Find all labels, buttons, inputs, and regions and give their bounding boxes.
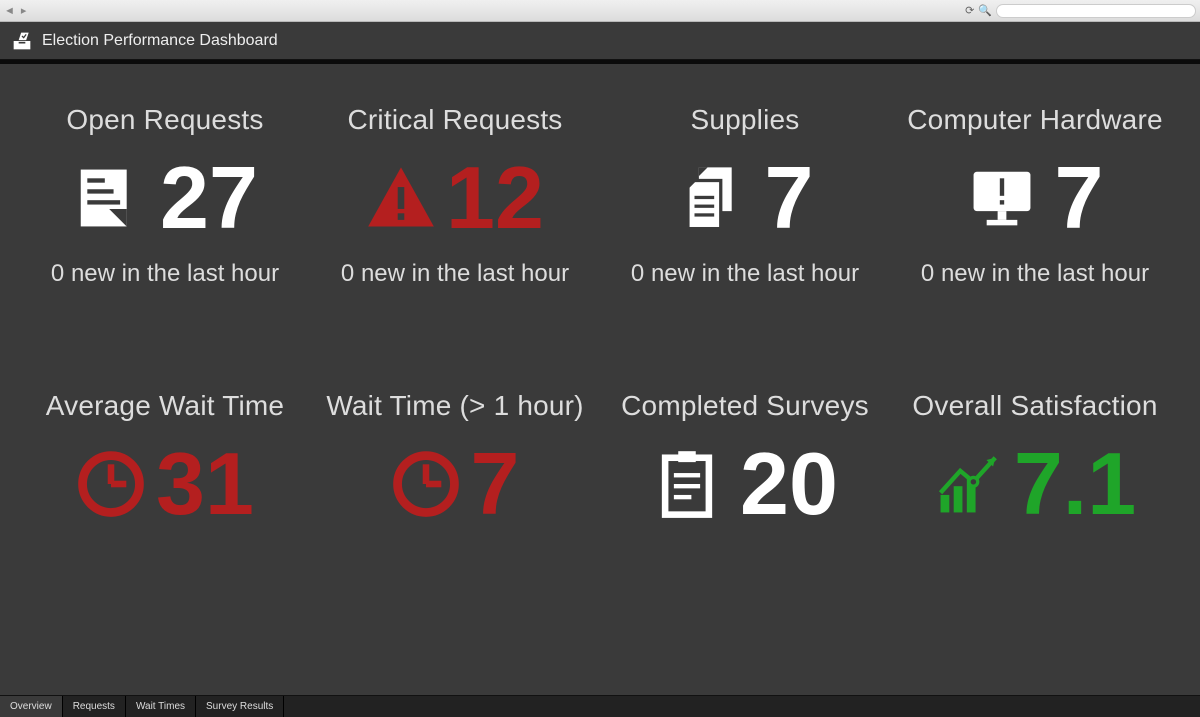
tile-critical-requests[interactable]: Critical Requests 12 0 new in the last h… [310, 104, 600, 390]
tile-title: Critical Requests [347, 104, 562, 136]
footer-tabs: Overview Requests Wait Times Survey Resu… [0, 695, 1200, 717]
tile-title: Overall Satisfaction [912, 390, 1157, 422]
documents-stack-icon [677, 163, 747, 233]
app-header: Election Performance Dashboard [0, 22, 1200, 60]
tile-value: 31 [156, 440, 254, 528]
tile-value: 27 [160, 154, 258, 242]
tile-title: Open Requests [66, 104, 263, 136]
app-root: Election Performance Dashboard Open Requ… [0, 22, 1200, 717]
tile-title: Supplies [690, 104, 799, 136]
browser-chrome: ◄ ▸ ⟳ 🔍 [0, 0, 1200, 22]
tile-hardware[interactable]: Computer Hardware 7 0 new in the last ho… [890, 104, 1180, 390]
tile-value: 20 [740, 440, 838, 528]
tile-value: 7 [765, 154, 814, 242]
ballot-box-icon [12, 31, 32, 51]
tile-satisfaction[interactable]: Overall Satisfaction 7.1 [890, 390, 1180, 676]
dashboard-body: Open Requests 27 0 new in the last hour … [0, 64, 1200, 695]
tab-survey-results[interactable]: Survey Results [196, 696, 284, 717]
tile-subtext: 0 new in the last hour [341, 260, 569, 288]
tile-surveys[interactable]: Completed Surveys 20 [600, 390, 890, 676]
tile-avg-wait[interactable]: Average Wait Time 31 [20, 390, 310, 676]
tile-supplies[interactable]: Supplies 7 0 new in the last hour [600, 104, 890, 390]
clipboard-icon [652, 449, 722, 519]
tile-wait-gt1h[interactable]: Wait Time (> 1 hour) 7 [310, 390, 600, 676]
tile-subtext: 0 new in the last hour [51, 260, 279, 288]
warning-triangle-icon [366, 163, 436, 233]
document-list-icon [72, 163, 142, 233]
tile-subtext: 0 new in the last hour [631, 260, 859, 288]
search-icon: 🔍 [978, 4, 992, 17]
nav-back-icon[interactable]: ◄ [4, 5, 15, 17]
tile-value: 7 [1055, 154, 1104, 242]
monitor-alert-icon [967, 163, 1037, 233]
tile-title: Completed Surveys [621, 390, 869, 422]
browser-search-input[interactable] [996, 4, 1196, 18]
reload-icon[interactable]: ⟳ [965, 4, 974, 17]
tab-requests[interactable]: Requests [63, 696, 126, 717]
app-title: Election Performance Dashboard [42, 32, 278, 50]
clock-icon [76, 449, 146, 519]
tile-grid: Open Requests 27 0 new in the last hour … [20, 104, 1180, 675]
tile-subtext: 0 new in the last hour [921, 260, 1149, 288]
tile-title: Average Wait Time [46, 390, 284, 422]
tile-open-requests[interactable]: Open Requests 27 0 new in the last hour [20, 104, 310, 390]
trend-chart-icon [934, 449, 1004, 519]
tile-title: Wait Time (> 1 hour) [326, 390, 583, 422]
clock-icon [391, 449, 461, 519]
nav-forward-icon[interactable]: ▸ [21, 4, 27, 17]
tile-value: 7.1 [1014, 440, 1136, 528]
tile-value: 12 [446, 154, 544, 242]
tile-value: 7 [471, 440, 520, 528]
tab-overview[interactable]: Overview [0, 696, 63, 717]
tile-title: Computer Hardware [907, 104, 1163, 136]
tab-wait-times[interactable]: Wait Times [126, 696, 196, 717]
